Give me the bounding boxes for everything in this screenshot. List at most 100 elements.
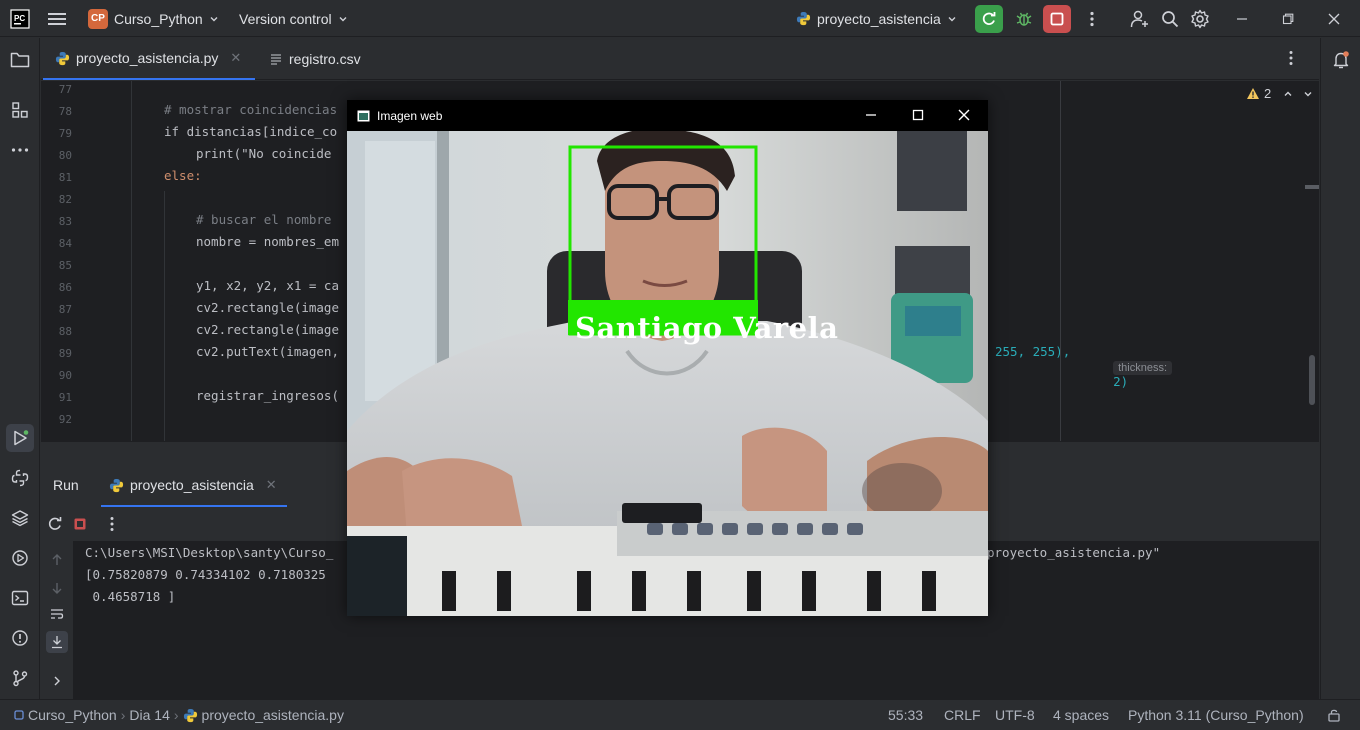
python-file-icon: [55, 51, 70, 65]
more-tools-button[interactable]: [8, 138, 32, 162]
run-tab-proyecto-asistencia[interactable]: proyecto_asistencia ✕: [101, 465, 287, 507]
chevron-down-icon: [339, 16, 347, 21]
console-line: 0.4658718 ]: [85, 589, 176, 604]
indent-setting[interactable]: 4 spaces: [1053, 700, 1109, 730]
chevron-right-icon: [54, 676, 60, 686]
notifications-button[interactable]: [1329, 48, 1353, 72]
more-vertical-icon: [1289, 51, 1293, 65]
code-line-89-tail: 255, 255),: [995, 344, 1071, 359]
run-more-button[interactable]: [110, 516, 114, 532]
opencv-window-titlebar[interactable]: Imagen web: [347, 100, 988, 131]
stop-button[interactable]: [73, 517, 87, 531]
code-line-88: cv2.rectangle(image: [196, 322, 339, 337]
tab-options-button[interactable]: [1289, 50, 1293, 66]
rerun-icon: [48, 517, 62, 530]
scroll-down-button[interactable]: [50, 581, 64, 595]
debug-button[interactable]: [1010, 5, 1038, 33]
structure-icon: [12, 102, 28, 118]
arrow-down-icon: [52, 583, 62, 594]
terminal-tool-button[interactable]: [8, 586, 32, 610]
warning-icon: [1247, 88, 1259, 99]
read-only-toggle[interactable]: [1327, 700, 1341, 730]
rerun-button[interactable]: [975, 5, 1003, 33]
minimize-window-button[interactable]: [1228, 5, 1256, 33]
run-config-name: proyecto_asistencia: [817, 10, 941, 27]
cv-maximize-button[interactable]: [912, 109, 924, 121]
project-tool-button[interactable]: [8, 48, 32, 72]
run-panel-title: Run: [53, 477, 79, 493]
chevron-down-icon[interactable]: [1303, 89, 1313, 99]
line-number: 82: [58, 193, 72, 206]
close-tab-icon[interactable]: ✕: [266, 477, 277, 493]
warnings-count: 2: [1264, 86, 1272, 101]
more-vertical-icon: [1090, 11, 1094, 27]
git-tool-button[interactable]: [8, 666, 32, 690]
close-icon: [958, 109, 970, 121]
opencv-window[interactable]: Imagen web Santiago Varela: [347, 100, 988, 616]
code-with-me-button[interactable]: [1126, 5, 1154, 33]
search-button[interactable]: [1156, 5, 1184, 33]
folder-icon: [10, 52, 30, 68]
close-tab-icon[interactable]: ✕: [230, 50, 241, 66]
python-packages-button[interactable]: [8, 466, 32, 490]
minimize-icon: [866, 114, 876, 116]
main-menu-icon[interactable]: [48, 0, 66, 37]
cv-minimize-button[interactable]: [865, 109, 877, 121]
stop-button[interactable]: [1043, 5, 1071, 33]
run-side-toolbar: [41, 541, 73, 699]
soft-wrap-button[interactable]: [50, 607, 64, 621]
cv-close-button[interactable]: [958, 109, 970, 121]
close-window-button[interactable]: [1320, 5, 1348, 33]
inspection-widget[interactable]: 2: [1246, 86, 1313, 101]
console-line: C:\Users\MSI\Desktop\santy\Curso_: [85, 545, 334, 560]
more-actions-button[interactable]: [1078, 5, 1106, 33]
services-icon: [12, 550, 28, 566]
error-stripe-mark[interactable]: [1305, 185, 1319, 189]
webcam-frame: Santiago Varela: [347, 131, 988, 616]
app-logo-icon[interactable]: PC: [10, 0, 30, 37]
tab-proyecto-asistencia[interactable]: proyecto_asistencia.py ✕: [43, 38, 255, 80]
line-number: 79: [58, 127, 72, 140]
structure-tool-button[interactable]: [8, 98, 32, 122]
version-control-menu[interactable]: Version control: [239, 0, 348, 37]
services-tool-button[interactable]: [8, 546, 32, 570]
project-name: Curso_Python: [114, 10, 203, 27]
bell-icon: [1333, 51, 1349, 69]
restore-window-button[interactable]: [1274, 5, 1302, 33]
settings-button[interactable]: [1186, 5, 1214, 33]
run-tool-button[interactable]: [6, 424, 34, 452]
line-number: 80: [58, 149, 72, 162]
scroll-up-button[interactable]: [50, 553, 64, 567]
line-number: 88: [58, 325, 72, 338]
tab-label: proyecto_asistencia.py: [76, 50, 219, 66]
line-number-gutter: 77 78 79 80 81 82 83 84 85 86 87 88 89 9…: [41, 81, 101, 441]
version-control-label: Version control: [239, 10, 332, 27]
chevron-up-icon[interactable]: [1283, 89, 1293, 99]
inlay-hint-value: 2): [1113, 374, 1129, 389]
file-encoding[interactable]: UTF-8: [995, 700, 1035, 730]
expand-button[interactable]: [52, 675, 62, 687]
breadcrumb-file[interactable]: proyecto_asistencia.py: [202, 707, 344, 723]
inlay-hint-label: thickness:: [1113, 361, 1173, 375]
tab-registro-csv[interactable]: registro.csv: [257, 38, 373, 80]
line-ending[interactable]: CRLF: [944, 700, 981, 730]
editor-scrollbar[interactable]: [1309, 355, 1315, 405]
scroll-to-end-button[interactable]: [46, 631, 68, 653]
python-interpreter[interactable]: Python 3.11 (Curso_Python): [1128, 700, 1304, 730]
rerun-button[interactable]: [47, 516, 63, 532]
line-number: 77: [58, 83, 72, 96]
run-config-selector[interactable]: proyecto_asistencia: [796, 0, 957, 37]
project-selector[interactable]: CP Curso_Python: [88, 0, 219, 37]
cursor-position[interactable]: 55:33: [888, 700, 923, 730]
indent-guide: [131, 81, 132, 441]
code-line-84: nombre = nombres_em: [196, 234, 339, 249]
bug-icon: [1016, 12, 1032, 26]
line-number: 92: [58, 413, 72, 426]
line-number: 85: [58, 259, 72, 272]
problems-tool-button[interactable]: [8, 626, 32, 650]
more-horizontal-icon: [11, 148, 29, 152]
breadcrumb-folder[interactable]: Dia 14: [129, 707, 169, 723]
breadcrumb-project[interactable]: Curso_Python: [28, 707, 117, 723]
close-icon: [1328, 13, 1340, 25]
layers-tool-button[interactable]: [8, 506, 32, 530]
